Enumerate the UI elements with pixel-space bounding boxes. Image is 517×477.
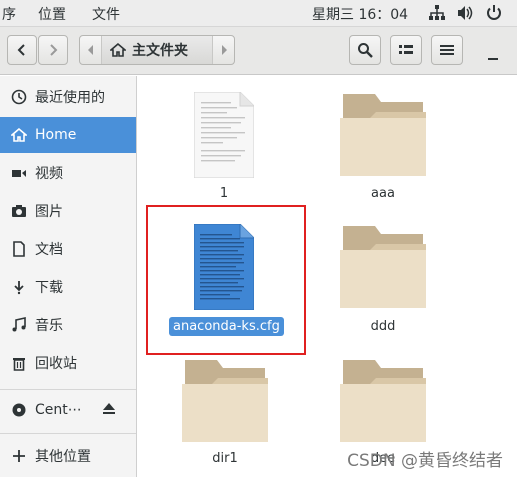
search-icon [358,43,373,58]
path-left-arrow[interactable] [80,36,102,64]
plus-icon [11,448,27,464]
sidebar-item-pictures[interactable]: 图片 [0,193,136,229]
sidebar-item-label: 其他位置 [35,449,91,465]
path-bar[interactable]: 主文件夹 [79,35,235,65]
path-home-button[interactable]: 主文件夹 [102,36,212,64]
menu-icon [440,45,454,55]
left-arrow-icon [87,45,93,55]
sidebar-item-label: 回收站 [35,356,77,372]
camera-icon [11,203,27,219]
file-name[interactable]: 1 [194,186,254,201]
folder-icon[interactable] [340,226,426,308]
file-view: 1 aaa anaconda-ks.cfg ddd dir1 dee CSDN … [138,76,517,477]
folder-icon[interactable] [340,94,426,176]
video-icon [11,165,27,181]
document-icon [11,241,27,257]
menu-button[interactable] [431,35,463,65]
back-button[interactable] [7,35,37,65]
menu-sequence[interactable]: 序 [2,4,16,24]
path-right-arrow[interactable] [212,36,234,64]
recent-icon [11,89,27,105]
sidebar: 最近使用的 Home 视频 图片 文档 下载 音乐 回收站 Cent⋯ 其他位置 [0,76,137,477]
sidebar-item-label: 图片 [35,204,63,220]
volume-icon[interactable] [456,4,474,22]
file-name[interactable]: dir1 [195,451,255,466]
view-grid-icon [399,45,413,54]
search-button[interactable] [349,35,381,65]
sidebar-item-label: 下载 [35,280,63,296]
sidebar-item-label: Cent⋯ [35,402,82,418]
sidebar-separator [0,389,136,390]
file-name[interactable]: ddd [353,319,413,334]
sidebar-item-label: 最近使用的 [35,90,105,106]
text-file-icon[interactable] [193,91,255,179]
toolbar: 主文件夹 [0,27,517,75]
music-icon [11,317,27,333]
top-bar: 序 位置 文件 星期三 16：04 [0,0,517,27]
folder-icon[interactable] [340,360,426,442]
home-icon [11,127,27,143]
sidebar-item-downloads[interactable]: 下载 [0,269,136,305]
sidebar-item-recent[interactable]: 最近使用的 [0,79,136,115]
sidebar-item-other-locations[interactable]: 其他位置 [0,438,136,474]
watermark: CSDN @黄昏终结者 [347,451,503,471]
sidebar-item-label: 文档 [35,242,63,258]
network-icon[interactable] [428,4,446,22]
back-icon [17,44,25,56]
sidebar-separator [0,433,136,434]
menu-file[interactable]: 文件 [92,4,120,24]
highlight-box [146,205,306,355]
sidebar-item-home[interactable]: Home [0,117,136,153]
sidebar-item-music[interactable]: 音乐 [0,307,136,343]
view-toggle-button[interactable] [390,35,422,65]
file-name[interactable]: aaa [353,186,413,201]
disc-icon [11,402,27,418]
home-icon [110,42,126,57]
menu-places[interactable]: 位置 [38,4,66,24]
sidebar-item-centos-disc[interactable]: Cent⋯ [0,392,136,428]
eject-icon[interactable] [101,402,117,420]
minimize-icon [488,58,498,60]
folder-icon[interactable] [182,360,268,442]
power-icon[interactable] [485,4,503,22]
path-label: 主文件夹 [132,43,188,59]
sidebar-item-label: Home [35,127,77,143]
trash-icon [11,355,27,371]
sidebar-item-label: 视频 [35,166,63,182]
minimize-button[interactable] [482,43,504,61]
sidebar-item-video[interactable]: 视频 [0,155,136,191]
clock[interactable]: 星期三 16：04 [312,4,408,24]
sidebar-item-documents[interactable]: 文档 [0,231,136,267]
download-icon [11,279,27,295]
sidebar-item-label: 音乐 [35,318,63,334]
forward-icon [50,44,58,56]
forward-button[interactable] [38,35,68,65]
right-arrow-icon [221,45,227,55]
sidebar-item-trash[interactable]: 回收站 [0,345,136,381]
